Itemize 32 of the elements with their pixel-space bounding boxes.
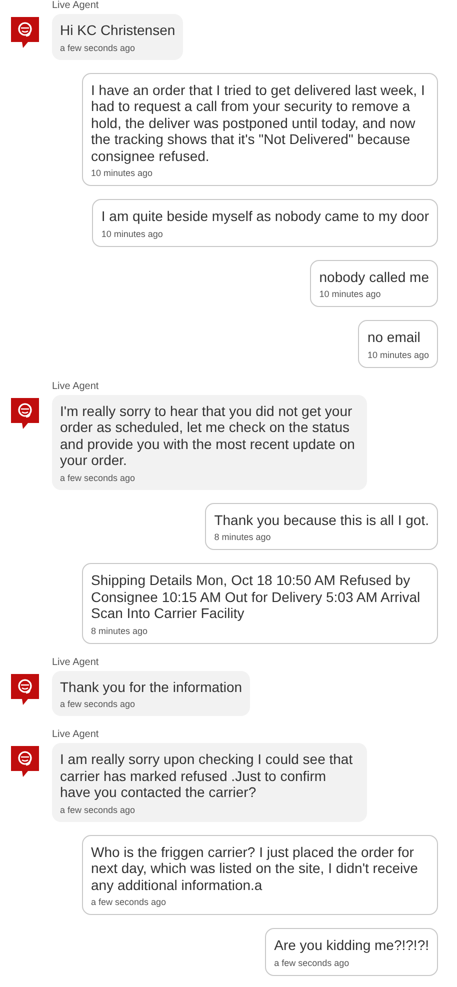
message-text: no email — [367, 329, 422, 346]
message-time: a few seconds ago — [60, 472, 136, 484]
message-text: I am quite beside myself as nobody came to my door — [101, 208, 429, 224]
message-time: 10 minutes ago — [367, 350, 429, 360]
message-text: nobody called me — [319, 268, 429, 285]
sender-name: Live Agent — [52, 380, 99, 392]
message-time: 10 minutes ago — [319, 289, 382, 300]
message-text: Hi KC Christensen — [60, 22, 176, 38]
message-text: Shipping Details Mon, Oct 18 10:50 AM Refused by Consignee 10:15 AM Out for Delivery 5:03 AM Arrival Scan Into Carrier Facility — [91, 572, 422, 622]
message-time: a few seconds ago — [60, 699, 136, 710]
message-text: I have an order that I tried to get delivered last week, I had to request a call from your security to remove a hold, the deliver was postponed until today, and now the tracking shows that it's "Not Delivered" because consignee refused. — [91, 82, 426, 164]
message-text: Thank you because this is all I got. — [214, 512, 429, 528]
message-time: a few seconds ago — [60, 42, 136, 54]
agent-avatar-icon — [10, 745, 40, 779]
message-time: 8 minutes ago — [214, 532, 272, 543]
message-time: 10 minutes ago — [101, 228, 164, 240]
message-time: 10 minutes ago — [91, 168, 154, 179]
message-time: 8 minutes ago — [91, 626, 149, 636]
message-time: a few seconds ago — [274, 958, 350, 968]
agent-avatar-icon — [10, 672, 40, 706]
message-text: Who is the friggen carrier? I just placed the order for next day, which was listed on the site, I didn't receive any additional information.a — [91, 844, 419, 893]
message-text: Are you kidding me?!?!?! — [274, 937, 429, 954]
sender-name: Live Agent — [52, 729, 99, 741]
sender-name: Live Agent — [52, 656, 99, 668]
agent-avatar-icon — [10, 396, 40, 430]
sender-name: Live Agent — [52, 0, 99, 12]
message-text: I am really sorry upon checking I could see that carrier has marked refused .Just to confirm have you contacted the carrier? — [60, 751, 354, 800]
message-time: a few seconds ago — [60, 804, 136, 816]
message-time: a few seconds ago — [91, 897, 168, 908]
message-text: Thank you for the information — [60, 678, 242, 695]
message-text: I'm really sorry to hear that you did not get your order as scheduled, let me check on the status and provide you with the most recent update on your order. — [60, 402, 356, 468]
agent-avatar-icon — [10, 16, 40, 50]
